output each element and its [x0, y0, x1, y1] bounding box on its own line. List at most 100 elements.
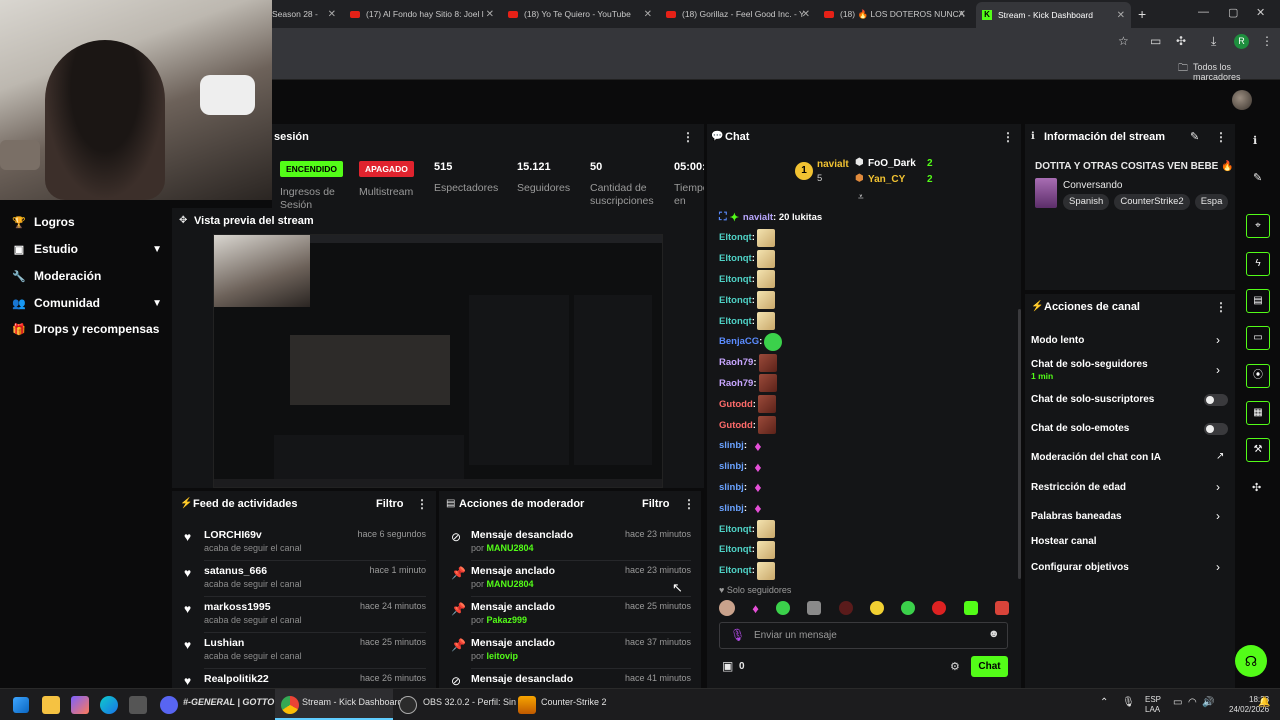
chat-username[interactable]: slinbj — [719, 440, 744, 451]
chat-message[interactable]: Eltonqt: — [719, 311, 775, 331]
notifications-icon[interactable]: 🔔 — [1258, 697, 1270, 708]
age-restriction-item[interactable]: Restricción de edad — [1031, 482, 1126, 493]
list-item[interactable]: 📌 Mensaje anclado por MANU2804 hace 23 minu… — [439, 561, 701, 597]
mod-user[interactable]: MANU2804 — [487, 543, 534, 553]
info-icon[interactable]: ℹ — [1253, 134, 1257, 147]
chat-username[interactable]: slinbj — [719, 482, 744, 493]
emote-icon[interactable] — [838, 601, 853, 615]
close-icon[interactable]: ✕ — [486, 9, 494, 20]
chat-send-button[interactable]: Chat — [971, 656, 1008, 677]
apps-icon[interactable]: ✣ — [1252, 481, 1261, 494]
bookmark-star-icon[interactable]: ☆ — [1118, 34, 1129, 48]
emote-icon[interactable]: ♦ — [752, 601, 759, 616]
edit-pencil-icon[interactable]: ✎ — [1190, 130, 1199, 143]
tab-season[interactable]: Season 28 - ✕ — [272, 4, 342, 24]
chevron-right-icon[interactable]: › — [1216, 333, 1220, 347]
printer-icon[interactable]: ▦ — [1246, 401, 1270, 425]
chat-message[interactable]: slinbj: ♦ — [719, 457, 767, 477]
chat-icon[interactable]: ▭ — [1246, 326, 1270, 350]
emote-icon[interactable] — [807, 601, 822, 615]
chat-message[interactable]: Eltonqt: — [719, 228, 775, 248]
taskbar-cs2[interactable]: Counter-Strike 2 — [541, 697, 607, 707]
taskbar-discord[interactable]: #-GENERAL | GOTTO — [183, 697, 274, 707]
chat-message[interactable]: Eltonqt: — [719, 561, 775, 581]
close-icon[interactable]: ✕ — [644, 9, 652, 20]
list-item[interactable]: ♥ markoss1995 acaba de seguir el canal hace… — [172, 597, 436, 633]
taskbar-chrome[interactable]: Stream - Kick Dashboard — [302, 697, 403, 707]
host-channel-item[interactable]: Hostear canal — [1031, 536, 1097, 547]
tab-youtube-2[interactable]: (18) Yo Te Quiero - YouTube ✕ — [508, 4, 658, 24]
chat-message[interactable]: Eltonqt: — [719, 269, 775, 289]
crosshair-icon[interactable]: ⌖ — [1246, 214, 1270, 238]
cast-icon[interactable]: ▭ — [1150, 34, 1161, 48]
external-link-icon[interactable]: ↗ — [1216, 451, 1224, 462]
emote-icon[interactable] — [776, 601, 791, 615]
mod-user[interactable]: Pakaz999 — [487, 615, 528, 625]
modactions-filter-button[interactable]: Filtro — [642, 498, 670, 510]
followers-only-item[interactable]: Chat de solo-seguidores — [1031, 359, 1148, 370]
more-options-icon[interactable]: ⋮ — [682, 130, 694, 144]
volume-icon[interactable]: 🔊 — [1202, 697, 1214, 708]
more-options-icon[interactable]: ⋮ — [1215, 130, 1227, 144]
goals-item[interactable]: Configurar objetivos — [1031, 562, 1129, 573]
store-icon[interactable] — [129, 696, 147, 714]
chat-username[interactable]: Raoh79 — [719, 378, 753, 389]
more-options-icon[interactable]: ⋮ — [416, 497, 428, 511]
edge-icon[interactable] — [100, 696, 118, 714]
tag[interactable]: CounterStrike2 — [1114, 194, 1190, 210]
chat-username[interactable]: Gutodd — [719, 420, 753, 431]
emoji-icon[interactable]: ☻ — [988, 628, 1000, 640]
list-item[interactable]: ♥ Lushian acaba de seguir el canal hace 25 … — [172, 633, 436, 669]
ai-moderation-item[interactable]: Moderación del chat con IA — [1031, 452, 1161, 463]
new-tab-icon[interactable]: + — [1138, 6, 1146, 22]
chat-username[interactable]: slinbj — [719, 503, 744, 514]
chat-message[interactable]: BenjaCG: — [719, 332, 783, 352]
emote-icon[interactable] — [869, 601, 884, 615]
window-close-icon[interactable]: ✕ — [1256, 6, 1265, 19]
chat-username[interactable]: Eltonqt — [719, 524, 752, 535]
mod-user[interactable]: leitovip — [487, 651, 519, 661]
chrome-icon[interactable] — [281, 696, 299, 714]
file-explorer-icon[interactable] — [42, 696, 60, 714]
mod-user[interactable]: MANU2804 — [487, 579, 534, 589]
profile-avatar[interactable]: R — [1234, 34, 1249, 49]
lightning-icon[interactable]: ϟ — [1246, 252, 1270, 276]
subscribers-only-toggle[interactable] — [1204, 394, 1228, 406]
close-icon[interactable]: ✕ — [1117, 10, 1125, 21]
copilot-icon[interactable] — [71, 696, 89, 714]
list-item[interactable]: ⊘ Mensaje desanclado por MANU2804 hace 23 m… — [439, 525, 701, 561]
taskbar-obs[interactable]: OBS 32.0.2 - Perfil: Sin T — [423, 697, 524, 707]
tab-kick-dashboard[interactable]: K Stream - Kick Dashboard ✕ — [976, 2, 1131, 28]
counter-strike-icon[interactable] — [518, 696, 536, 714]
microphone-tray-icon[interactable]: 🎙 — [1122, 697, 1135, 708]
category-name[interactable]: Conversando — [1063, 180, 1122, 191]
chat-username[interactable]: Eltonqt — [719, 295, 752, 306]
extensions-icon[interactable]: ✣ — [1176, 34, 1186, 48]
chat-message[interactable]: Eltonqt: — [719, 540, 775, 560]
chat-username[interactable]: Gutodd — [719, 399, 753, 410]
activity-filter-button[interactable]: Filtro — [376, 498, 404, 510]
wifi-icon[interactable]: ◠ — [1188, 697, 1197, 708]
chat-message[interactable]: Eltonqt: — [719, 519, 775, 539]
sidebar-item-logros[interactable]: 🏆 Logros — [12, 215, 162, 229]
chat-username[interactable]: slinbj — [719, 461, 744, 472]
tab-youtube-4[interactable]: (18) 🔥 LOS DOTEROS NUNCA ✕ — [824, 4, 972, 24]
chevron-right-icon[interactable]: › — [1216, 509, 1220, 523]
chat-message[interactable]: Raoh79: — [719, 353, 777, 373]
emotes-only-toggle[interactable] — [1204, 423, 1228, 435]
chat-input[interactable]: 🎙 Enviar un mensaje ☻ — [719, 622, 1008, 649]
tab-youtube-3[interactable]: (18) Gorillaz - Feel Good Inc. - Y ✕ — [666, 4, 816, 24]
all-bookmarks-link[interactable]: Todos los marcadores — [1193, 62, 1280, 82]
chat-username[interactable]: Raoh79 — [719, 357, 753, 368]
chat-username[interactable]: navialt — [743, 212, 773, 223]
chat-username[interactable]: Eltonqt — [719, 274, 752, 285]
collapse-icon[interactable]: ⩡ — [858, 192, 864, 203]
chat-message[interactable]: ⛶ ✦ navialt: 20 lukitas — [719, 207, 822, 227]
chat-message[interactable]: Gutodd: — [719, 394, 776, 414]
close-icon[interactable]: ✕ — [958, 9, 966, 20]
list-item[interactable]: 📌 Mensaje anclado por leitovip hace 37 minu… — [439, 633, 701, 669]
pencil-icon[interactable]: ✎ — [1253, 171, 1262, 184]
chat-username[interactable]: BenjaCG — [719, 336, 759, 347]
discord-icon[interactable] — [160, 696, 178, 714]
network-icon[interactable]: ▭ — [1173, 697, 1182, 708]
